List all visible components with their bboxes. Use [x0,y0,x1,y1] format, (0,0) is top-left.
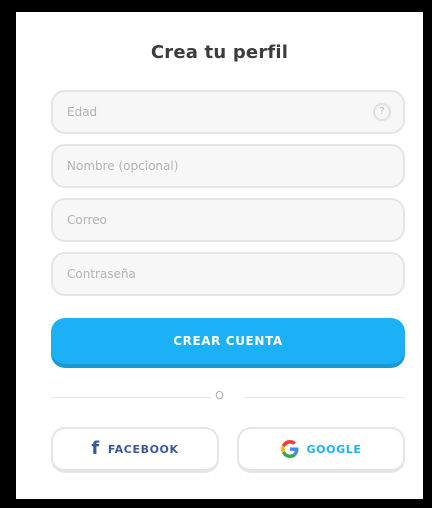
age-input[interactable] [53,92,403,132]
divider-line-right [245,397,405,398]
google-button[interactable]: GOOGLE [237,427,405,473]
email-field-container [51,198,405,242]
facebook-button[interactable]: f FACEBOOK [51,427,219,473]
password-input[interactable] [53,254,403,294]
create-account-button[interactable]: CREAR CUENTA [51,318,405,364]
password-field-container [51,252,405,296]
age-field-container: ? [51,90,405,134]
google-label: GOOGLE [306,442,362,456]
email-input[interactable] [53,200,403,240]
signup-card: Crea tu perfil ? CREAR CUENTA O f FACEBO… [16,12,423,499]
google-icon [280,440,298,458]
facebook-label: FACEBOOK [107,442,179,456]
facebook-icon: f [91,438,100,459]
help-icon[interactable]: ? [373,103,391,121]
divider-label: O [215,389,224,402]
name-field-container [51,144,405,188]
name-input[interactable] [53,146,403,186]
page-title: Crea tu perfil [150,42,289,63]
